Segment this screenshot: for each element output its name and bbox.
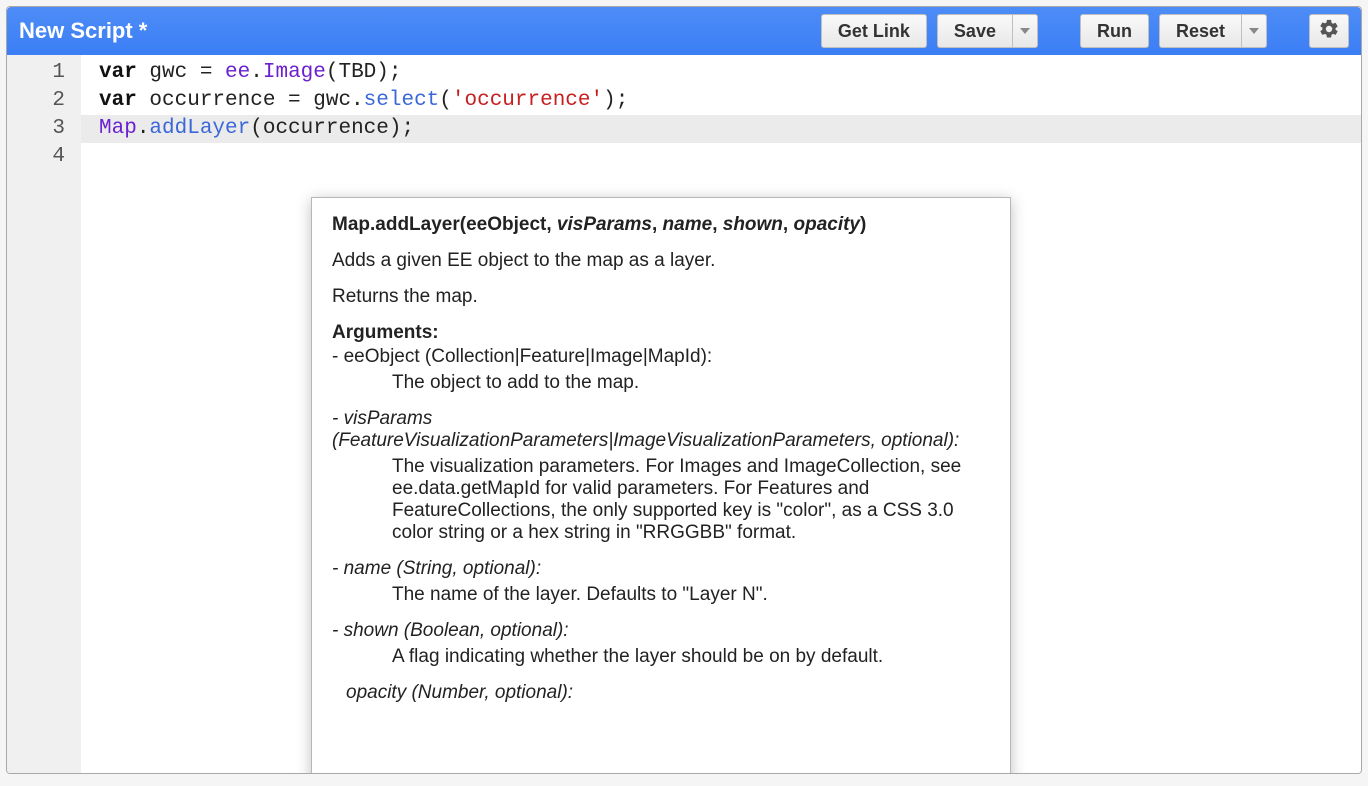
doc-sig-param: opacity xyxy=(793,214,860,235)
code-line[interactable]: var gwc = ee.Image(TBD); xyxy=(81,59,1361,87)
doc-arg-head: - eeObject (Collection|Feature|Image|Map… xyxy=(332,346,990,368)
doc-sig-text: , xyxy=(783,214,794,235)
token: . xyxy=(250,61,263,84)
token: . xyxy=(137,117,150,140)
settings-button[interactable] xyxy=(1309,14,1349,48)
doc-arg-desc: The object to add to the map. xyxy=(392,372,990,394)
token-namespace: Map xyxy=(99,117,137,140)
doc-arg-head: - shown (Boolean, optional): xyxy=(332,620,990,642)
doc-arg-head: - name (String, optional): xyxy=(332,558,990,580)
doc-sig-param: visParams xyxy=(557,214,652,235)
reset-dropdown-button[interactable] xyxy=(1241,14,1267,48)
save-split-button: Save xyxy=(937,14,1038,48)
doc-sig-text: , xyxy=(712,214,723,235)
token: ( xyxy=(439,89,452,112)
doc-returns: Returns the map. xyxy=(332,286,990,308)
doc-arg-desc: The visualization parameters. For Images… xyxy=(392,456,990,544)
code-editor[interactable]: 1 2 3 4 var gwc = ee.Image(TBD); var occ… xyxy=(7,55,1361,773)
token: gwc = xyxy=(137,61,225,84)
line-number: 2 xyxy=(7,87,81,115)
doc-sig-text: Map.addLayer(eeObject, xyxy=(332,214,557,235)
token-keyword: var xyxy=(99,89,137,112)
documentation-popup: Map.addLayer(eeObject, visParams, name, … xyxy=(311,197,1011,774)
editor-window: New Script * Get Link Save Run Reset 1 2 xyxy=(6,6,1362,774)
reset-button[interactable]: Reset xyxy=(1159,14,1241,48)
doc-arg-head: - visParams xyxy=(332,408,990,430)
code-line[interactable]: var occurrence = gwc.select('occurrence'… xyxy=(81,87,1361,115)
token-keyword: var xyxy=(99,61,137,84)
line-number: 3 xyxy=(7,115,81,143)
doc-arguments-heading: Arguments: xyxy=(332,322,990,344)
doc-arg-desc: A flag indicating whether the layer shou… xyxy=(392,646,990,668)
save-dropdown-button[interactable] xyxy=(1012,14,1038,48)
doc-arg-head: (FeatureVisualizationParameters|ImageVis… xyxy=(332,430,990,452)
save-button[interactable]: Save xyxy=(937,14,1012,48)
token-string: 'occurrence' xyxy=(452,89,603,112)
token-method: select xyxy=(364,89,440,112)
code-line[interactable] xyxy=(81,143,1361,171)
doc-sig-text: ) xyxy=(860,214,866,235)
token-class: Image xyxy=(263,61,326,84)
chevron-down-icon xyxy=(1020,28,1030,34)
token-namespace: ee xyxy=(225,61,250,84)
token: ); xyxy=(603,89,628,112)
toolbar: New Script * Get Link Save Run Reset xyxy=(7,7,1361,55)
gear-icon xyxy=(1318,18,1340,45)
get-link-button[interactable]: Get Link xyxy=(821,14,927,48)
token: occurrence = gwc. xyxy=(137,89,364,112)
token: (occurrence); xyxy=(250,117,414,140)
doc-sig-param: name xyxy=(663,214,713,235)
line-gutter: 1 2 3 4 xyxy=(7,55,81,773)
line-number: 4 xyxy=(7,143,81,171)
doc-signature: Map.addLayer(eeObject, visParams, name, … xyxy=(332,214,990,236)
doc-arg-desc: The name of the layer. Defaults to "Laye… xyxy=(392,584,990,606)
popup-fade xyxy=(312,772,1010,774)
run-button[interactable]: Run xyxy=(1080,14,1149,48)
token: (TBD); xyxy=(326,61,402,84)
chevron-down-icon xyxy=(1249,28,1259,34)
doc-sig-text: , xyxy=(652,214,663,235)
line-number: 1 xyxy=(7,59,81,87)
doc-sig-param: shown xyxy=(723,214,783,235)
code-line-active[interactable]: Map.addLayer(occurrence); xyxy=(81,115,1361,143)
token-method: addLayer xyxy=(149,117,250,140)
doc-description: Adds a given EE object to the map as a l… xyxy=(332,250,990,272)
reset-split-button: Reset xyxy=(1159,14,1267,48)
script-title: New Script * xyxy=(19,18,811,44)
doc-arg-head-cut: opacity (Number, optional): xyxy=(346,682,990,704)
